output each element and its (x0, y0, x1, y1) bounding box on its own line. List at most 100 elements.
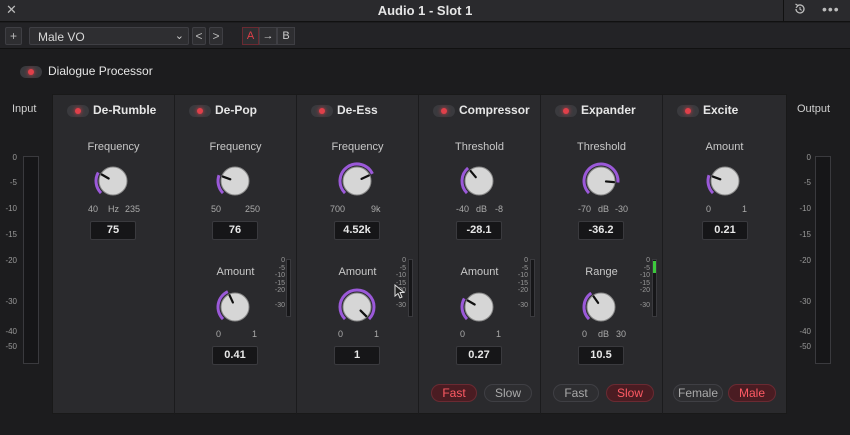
excite-title: Excite (703, 103, 739, 117)
expander-threshold-value[interactable]: -36.2 (578, 221, 624, 240)
compressor-amount-value[interactable]: 0.27 (456, 346, 502, 365)
window-title: Audio 1 - Slot 1 (377, 3, 473, 18)
input-meter (23, 156, 39, 364)
depop-frequency-value[interactable]: 76 (212, 221, 258, 240)
depop-meter (286, 259, 291, 317)
depop-amount-value[interactable]: 0.41 (212, 346, 258, 365)
excite-amount-min: 0 (706, 204, 712, 214)
knob-body (220, 292, 250, 322)
excite-toggle[interactable] (677, 105, 699, 117)
meter-scale-tick: -20 (799, 256, 811, 265)
meter-scale-tick: -10 (5, 204, 17, 213)
deess-frequency-label: Frequency (331, 141, 384, 153)
meter-scale-tick: -15 (517, 279, 528, 287)
dialogue-processor-label: Dialogue Processor (48, 64, 153, 78)
excite-male-button[interactable]: Male (728, 384, 776, 402)
meter-scale-tick: -20 (274, 287, 285, 294)
meter-scale-tick: -15 (5, 230, 17, 239)
next-preset-button[interactable]: > (209, 27, 223, 45)
excite-amount-knob[interactable] (705, 161, 745, 201)
expander-slow-button[interactable]: Slow (606, 384, 654, 402)
meter-scale-tick: -5 (643, 264, 650, 272)
excite-amount-max: 1 (742, 204, 748, 214)
input-label: Input (12, 103, 37, 115)
expander-range-knob[interactable] (581, 287, 621, 327)
compressor-slow-button[interactable]: Slow (484, 384, 532, 402)
reset-icon[interactable] (793, 2, 807, 16)
depop-frequency-knob[interactable] (215, 161, 255, 201)
meter-scale-tick: 0 (402, 257, 406, 264)
input-meter-scale: 0 -5 -10 -15 -20 -30 -40 -50 (1, 150, 17, 360)
expander-threshold-label: Threshold (577, 141, 626, 153)
compressor-threshold-unit: dB (476, 204, 488, 214)
expander-toggle[interactable] (555, 105, 577, 117)
expander-meter-scale: 0 -5 -10 -15 -20 -30 (638, 257, 650, 309)
depop-toggle[interactable] (189, 105, 211, 117)
dialogue-processor-toggle[interactable] (20, 66, 42, 78)
excite-module: Excite Amount 0 1 0.21 Female Male (663, 95, 786, 415)
derumble-frequency-value[interactable]: 75 (90, 221, 136, 240)
meter-scale-tick: 0 (281, 257, 285, 264)
deess-frequency-value[interactable]: 4.52k (334, 221, 380, 240)
meter-scale-tick: -40 (799, 327, 811, 336)
output-meter-scale: 0 -5 -10 -15 -20 -30 -40 -50 (795, 150, 811, 360)
a-button[interactable]: A (242, 27, 259, 45)
meter-scale-tick: -50 (5, 342, 17, 351)
more-options-icon[interactable]: ••• (822, 1, 840, 17)
compressor-threshold-label: Threshold (455, 141, 504, 153)
depop-amount-knob[interactable] (215, 287, 255, 327)
meter-scale-tick: -15 (639, 279, 650, 287)
expander-range-min: 0 (582, 329, 588, 339)
expander-threshold-knob[interactable] (581, 161, 621, 201)
meter-scale-tick: 0 (806, 153, 811, 162)
knob-body (464, 292, 494, 322)
b-button[interactable]: B (277, 27, 295, 45)
meter-scale-tick: -30 (395, 301, 406, 309)
compressor-toggle[interactable] (433, 105, 455, 117)
deess-module: De-Ess Frequency 700 9k 4.52k Amount 0 1… (297, 95, 419, 415)
prev-preset-button[interactable]: < (192, 27, 206, 45)
excite-amount-label: Amount (705, 141, 744, 153)
deess-frequency-knob[interactable] (337, 161, 377, 201)
mouse-cursor-icon (394, 284, 406, 299)
derumble-frequency-min: 40 (88, 204, 99, 214)
expander-meter-level (653, 261, 656, 273)
compressor-threshold-knob[interactable] (459, 161, 499, 201)
deess-toggle[interactable] (311, 105, 333, 117)
derumble-title: De-Rumble (93, 103, 157, 117)
compressor-amount-min: 0 (460, 329, 466, 339)
depop-frequency-min: 50 (211, 204, 222, 214)
compressor-threshold-value[interactable]: -28.1 (456, 221, 502, 240)
excite-female-button[interactable]: Female (673, 384, 723, 402)
compressor-fast-button[interactable]: Fast (431, 384, 477, 402)
knob-body (586, 292, 616, 322)
knob-pointer (604, 180, 616, 184)
meter-scale-tick: -20 (639, 287, 650, 294)
add-preset-button[interactable]: + (5, 27, 22, 45)
derumble-toggle[interactable] (67, 105, 89, 117)
expander-range-max: 30 (616, 329, 627, 339)
meter-scale-tick: -10 (799, 204, 811, 213)
meter-scale-tick: -50 (799, 342, 811, 351)
meter-scale-tick: -5 (278, 264, 285, 272)
compressor-meter (530, 259, 535, 317)
excite-amount-value[interactable]: 0.21 (702, 221, 748, 240)
meter-scale-tick: -5 (9, 178, 17, 187)
compressor-threshold-min: -40 (456, 204, 470, 214)
expander-fast-button[interactable]: Fast (553, 384, 599, 402)
copy-ab-button[interactable]: → (259, 27, 277, 45)
compressor-meter-scale: 0 -5 -10 -15 -20 -30 (516, 257, 528, 309)
depop-module: De-Pop Frequency 50 250 76 Amount 0 1 0.… (175, 95, 297, 415)
deess-amount-value[interactable]: 1 (334, 346, 380, 365)
deess-amount-knob[interactable] (337, 287, 377, 327)
knob-body (710, 166, 740, 196)
compressor-module: Compressor Threshold -40 dB -8 -28.1 Amo… (419, 95, 541, 415)
derumble-frequency-knob[interactable] (93, 161, 133, 201)
expander-meter (652, 259, 657, 317)
compressor-amount-knob[interactable] (459, 287, 499, 327)
preset-dropdown[interactable]: Male VO ⌄ (29, 27, 189, 45)
compressor-title: Compressor (459, 103, 530, 117)
meter-scale-tick: 0 (12, 153, 17, 162)
expander-range-value[interactable]: 10.5 (578, 346, 624, 365)
knob-body (98, 166, 128, 196)
